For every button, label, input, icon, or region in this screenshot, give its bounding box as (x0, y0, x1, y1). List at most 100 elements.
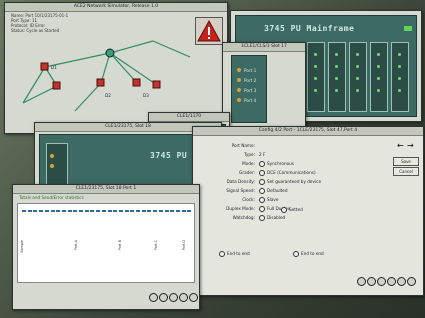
port-indicator (50, 164, 54, 168)
activity-tick (107, 210, 112, 212)
radio-icon (259, 197, 265, 203)
field-value[interactable]: Defaulted (259, 188, 288, 194)
stop-icon[interactable] (357, 277, 366, 286)
radio-icon (259, 188, 265, 194)
field-label: Duplex Mode: (226, 206, 255, 211)
config-titlebar[interactable]: Config 4/2 Port - 1CLE/23175, Slot 47,Po… (193, 127, 423, 136)
status-led (356, 89, 359, 92)
activity-tick (170, 210, 175, 212)
radio-icon (259, 161, 265, 167)
module-card[interactable] (328, 42, 346, 112)
config-port-dialog: Config 4/2 Port - 1CLE/23175, Slot 47,Po… (192, 126, 424, 296)
stop-icon[interactable] (149, 293, 158, 302)
module-card[interactable] (46, 143, 68, 185)
column-label: Sample (20, 240, 24, 253)
field-value-text: Defaulted (267, 188, 288, 193)
module-card[interactable] (349, 42, 367, 112)
status-led (356, 53, 359, 56)
port-indicator[interactable] (237, 78, 241, 82)
field-label: Watchdog: (232, 215, 255, 220)
slot-window: 1CLE1/CLS/1 Slot 17 Port 1 Port 2 Port 3… (222, 42, 306, 128)
status-led (404, 26, 412, 31)
radio-icon (259, 206, 265, 212)
field-value-text: Disabled (267, 215, 286, 220)
port-label: Port 1 (244, 68, 257, 73)
activity-tick (22, 210, 26, 212)
field-value[interactable]: Synchronous (259, 161, 294, 167)
port-indicator[interactable] (237, 98, 241, 102)
status-led (398, 65, 401, 68)
module-card[interactable] (391, 42, 409, 112)
status-led (335, 53, 338, 56)
port-indicator[interactable] (237, 88, 241, 92)
field-label: Port Name: (231, 143, 255, 148)
cancel-button[interactable]: Cancel (393, 167, 419, 176)
network-hub (105, 48, 115, 58)
traffic-window: CLE1/23175, Slot 18 Port 1 Totals and Se… (12, 184, 200, 310)
field-value[interactable]: Slave (259, 197, 278, 203)
radio-icon (259, 170, 265, 176)
node-label: D3 (143, 93, 149, 98)
simulator-titlebar[interactable]: ACE2 Network Simulator, Release 1.0 (5, 3, 227, 12)
end-option[interactable]: End to end (219, 251, 250, 257)
slot-titlebar[interactable]: 1CLE1/CLS/1 Slot 17 (223, 43, 305, 52)
port-indicator[interactable] (237, 68, 241, 72)
close-icon[interactable] (407, 277, 416, 286)
status-led (356, 77, 359, 80)
status-led (398, 53, 401, 56)
radio-icon (259, 179, 265, 185)
chassis-small-titlebar[interactable]: CLE1/1170 (149, 113, 229, 122)
field-value[interactable]: Set guaranteed by device (259, 179, 321, 185)
help-icon[interactable] (159, 293, 168, 302)
info-icon[interactable] (189, 293, 198, 302)
stats-header: Totals and Send/Error statistics (19, 195, 84, 200)
status-led (314, 65, 317, 68)
activity-tick (50, 210, 55, 212)
end-option[interactable]: End to end (293, 251, 324, 257)
field-label: Grader: (239, 170, 255, 175)
slot-card: Port 1 Port 2 Port 3 Port 4 (231, 55, 267, 123)
activity-tick (61, 210, 66, 212)
activity-tick (79, 210, 83, 212)
activity-tick (27, 210, 32, 212)
activity-tick (96, 210, 101, 212)
activity-tick (153, 210, 158, 212)
close-icon[interactable] (199, 293, 200, 302)
field-label: Signal Speed: (226, 188, 255, 193)
status-led (335, 65, 338, 68)
reload-icon[interactable] (377, 277, 386, 286)
activity-tick (187, 210, 192, 212)
info-icon[interactable] (397, 277, 406, 286)
port-label: Port 2 (244, 78, 257, 83)
status-led (377, 89, 380, 92)
help-icon[interactable] (367, 277, 376, 286)
column-label: Port D (182, 240, 186, 251)
chassis-panel: 3745 PU Mainframe (39, 134, 221, 188)
clock-option[interactable]: Setted (281, 207, 303, 213)
save-button[interactable]: Save (393, 157, 419, 166)
arrow-right-icon[interactable]: → (407, 141, 414, 150)
print-icon[interactable] (387, 277, 396, 286)
activity-tick (56, 210, 61, 212)
activity-tick (44, 210, 49, 212)
arrow-left-icon[interactable]: ← (397, 141, 404, 150)
status-led (398, 77, 401, 80)
print-icon[interactable] (179, 293, 188, 302)
column-label: Port C (154, 240, 158, 251)
field-value[interactable]: 2 F (259, 152, 265, 157)
activity-tick (130, 210, 135, 212)
field-label: Data Density: (226, 179, 255, 184)
field-value[interactable]: DCE (Communications) (259, 170, 316, 176)
traffic-titlebar[interactable]: CLE1/23175, Slot 18 Port 1 (13, 185, 199, 194)
module-card[interactable] (370, 42, 388, 112)
field-value[interactable]: Disabled (259, 215, 285, 221)
status-led (314, 77, 317, 80)
status-led (398, 89, 401, 92)
module-card[interactable] (307, 42, 325, 112)
field-label: Mode: (242, 161, 255, 166)
field-value-text: DCE (Communications) (267, 170, 316, 175)
status-led (314, 53, 317, 56)
reload-icon[interactable] (169, 293, 178, 302)
port-label: Port 3 (244, 88, 257, 93)
port-indicator (50, 154, 54, 158)
